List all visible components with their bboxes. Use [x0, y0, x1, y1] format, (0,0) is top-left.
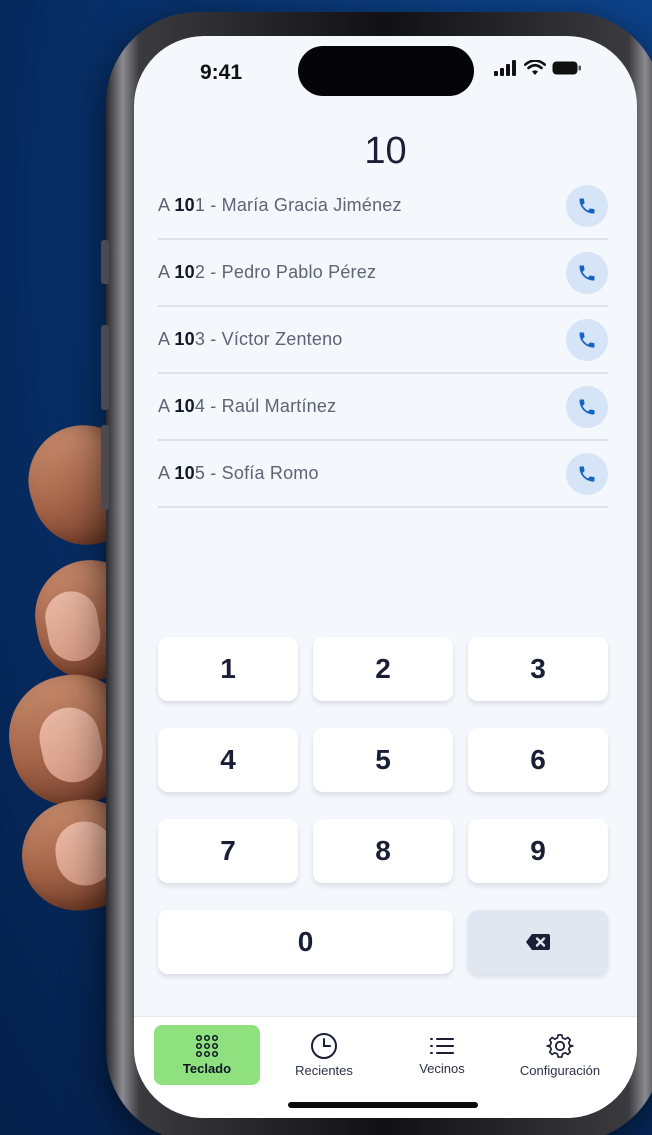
list-icon [430, 1038, 454, 1054]
call-button[interactable] [566, 385, 608, 428]
tab-keypad[interactable]: Teclado [154, 1025, 260, 1085]
battery-icon [552, 61, 581, 75]
dialpad-icon [195, 1034, 219, 1058]
tab-recents-label: Recientes [295, 1063, 353, 1078]
contact-label: A 101 - María Gracia Jiménez [158, 195, 402, 215]
list-item[interactable]: A 103 - Víctor Zenteno [158, 307, 608, 374]
tab-settings-label: Configuración [519, 1063, 601, 1078]
delete-button[interactable] [468, 910, 608, 974]
tab-keypad-label: Teclado [182, 1061, 232, 1076]
signal-icon [494, 60, 516, 76]
gear-icon [546, 1034, 574, 1058]
key-5[interactable]: 5 [313, 728, 453, 792]
key-4[interactable]: 4 [158, 728, 298, 792]
list-item[interactable]: A 101 - María Gracia Jiménez [158, 173, 608, 240]
phone-icon [579, 399, 595, 414]
clock-icon [311, 1033, 337, 1059]
volume-down-button [101, 325, 109, 410]
silent-switch [101, 425, 109, 510]
key-3[interactable]: 3 [468, 637, 608, 701]
match-list: A 101 - María Gracia Jiménez A 102 - Ped… [158, 173, 608, 508]
phone-screen: 9:41 10 A 101 - María Gracia Jiménez A 1… [134, 36, 637, 1118]
phone-icon [579, 265, 595, 280]
status-icons [494, 60, 582, 76]
list-item[interactable]: A 102 - Pedro Pablo Pérez [158, 240, 608, 307]
fingernail [33, 702, 109, 788]
list-item[interactable]: A 104 - Raúl Martínez [158, 374, 608, 441]
dialed-number: 10 [364, 130, 407, 172]
list-item[interactable]: A 105 - Sofía Romo [158, 441, 608, 508]
backspace-icon [526, 934, 550, 950]
contact-label: A 104 - Raúl Martínez [158, 396, 337, 416]
dynamic-island [298, 46, 474, 96]
key-1[interactable]: 1 [158, 637, 298, 701]
tab-settings[interactable]: Configuración [504, 1025, 616, 1085]
phone-icon [579, 466, 595, 481]
contact-label: A 102 - Pedro Pablo Pérez [158, 262, 377, 282]
contact-label: A 103 - Víctor Zenteno [158, 329, 343, 349]
key-9[interactable]: 9 [468, 819, 608, 883]
key-0[interactable]: 0 [158, 910, 453, 974]
tab-recents[interactable]: Recientes [274, 1025, 374, 1085]
tab-neighbors-label: Vecinos [419, 1061, 465, 1076]
call-button[interactable] [566, 452, 608, 495]
call-button[interactable] [566, 184, 608, 227]
contact-label: A 105 - Sofía Romo [158, 463, 319, 483]
fingernail [41, 587, 105, 666]
phone-icon [579, 198, 595, 213]
key-6[interactable]: 6 [468, 728, 608, 792]
home-indicator [288, 1102, 478, 1108]
status-time: 9:41 [200, 61, 243, 84]
key-8[interactable]: 8 [313, 819, 453, 883]
key-7[interactable]: 7 [158, 819, 298, 883]
wifi-icon [524, 60, 546, 75]
volume-up-button [101, 240, 109, 284]
key-2[interactable]: 2 [313, 637, 453, 701]
call-button[interactable] [566, 318, 608, 361]
call-button[interactable] [566, 251, 608, 294]
tab-neighbors[interactable]: Vecinos [392, 1025, 492, 1085]
phone-icon [579, 332, 595, 347]
